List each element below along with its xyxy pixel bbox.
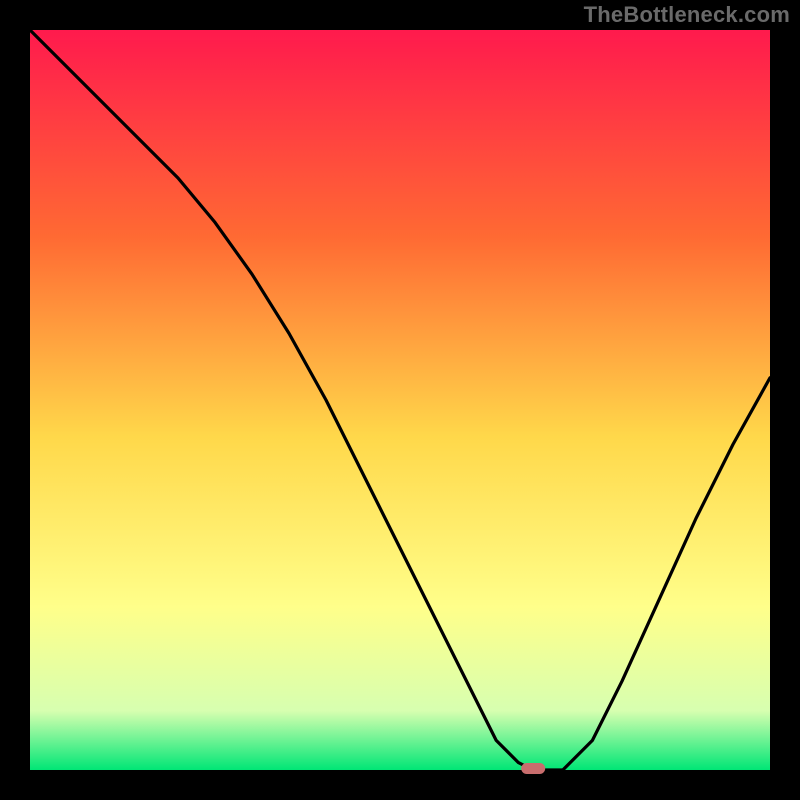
optimal-marker — [521, 763, 545, 774]
chart-container: TheBottleneck.com — [0, 0, 800, 800]
watermark-label: TheBottleneck.com — [584, 2, 790, 28]
bottleneck-chart — [0, 0, 800, 800]
